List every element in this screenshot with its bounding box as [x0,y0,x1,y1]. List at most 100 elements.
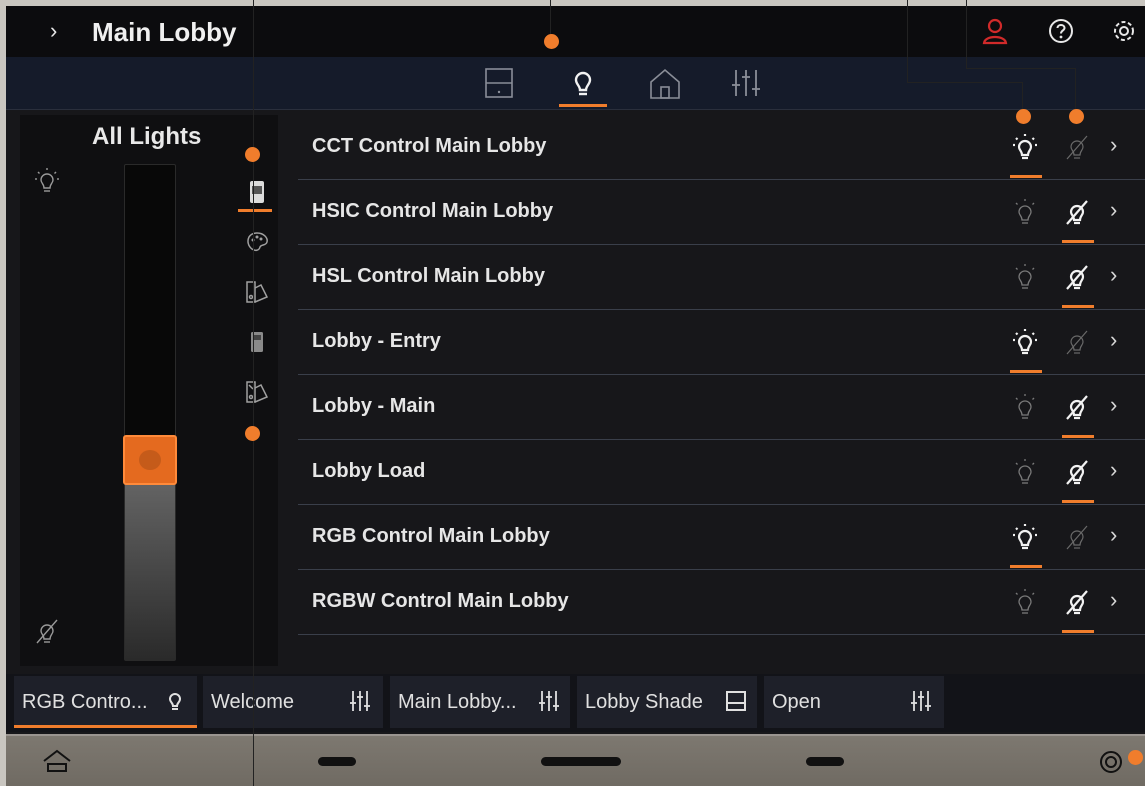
load-label: HSIC Control Main Lobby [312,200,554,222]
load-row[interactable]: RGB Control Main Lobby › [298,505,1145,570]
target-nav-icon[interactable] [1099,750,1123,774]
on-state-indicator [1010,565,1042,568]
active-tab-indicator [559,104,607,107]
sliders-icon [347,688,373,714]
load-off-icon[interactable] [1064,458,1090,486]
all-lights-panel: All Lights [20,115,278,666]
home-nav-icon[interactable] [40,748,74,774]
load-row[interactable]: Lobby - Entry › [298,310,1145,375]
view-tabs [6,57,1145,110]
all-on-icon[interactable] [32,165,62,195]
nav-pill-right[interactable] [806,757,844,766]
slider-fill [125,462,175,660]
off-state-indicator [1062,240,1094,243]
user-alert-icon[interactable] [981,17,1009,45]
load-label: RGBW Control Main Lobby [312,590,569,612]
load-off-icon[interactable] [1064,198,1090,226]
device-mode-icon[interactable] [244,329,270,355]
fixture-mode-icon[interactable] [244,179,270,205]
scene-button[interactable]: Main Lobby... [390,676,570,728]
load-on-icon[interactable] [1012,588,1038,616]
load-row[interactable]: CCT Control Main Lobby › [298,115,1145,180]
active-scene-indicator [14,725,197,728]
scene-label: RGB Contro... [22,691,148,713]
load-row[interactable]: HSIC Control Main Lobby › [298,180,1145,245]
master-level-slider[interactable] [123,164,177,661]
row-chevron-icon[interactable]: › [1110,522,1117,548]
load-on-icon[interactable] [1012,133,1038,161]
load-row[interactable]: Lobby Load › [298,440,1145,505]
callout-leader-line [253,0,254,786]
color-swatch-mode-icon[interactable] [244,279,270,305]
off-state-indicator [1062,435,1094,438]
load-off-icon[interactable] [1064,328,1090,356]
on-state-indicator [1010,370,1042,373]
system-nav-bar [6,734,1145,786]
row-chevron-icon[interactable]: › [1110,327,1117,353]
load-on-icon[interactable] [1012,263,1038,291]
scene-label: Main Lobby... [398,691,517,713]
load-row[interactable]: RGBW Control Main Lobby › [298,570,1145,635]
active-mode-indicator [238,209,272,212]
expand-chevron-icon[interactable]: › [50,18,57,44]
panel-title: All Lights [92,123,202,150]
load-off-icon[interactable] [1064,133,1090,161]
lights-tab-icon[interactable] [565,65,601,101]
scene-button[interactable]: RGB Contro... [14,676,197,728]
load-label: Lobby - Entry [312,330,441,352]
load-off-icon[interactable] [1064,588,1090,616]
page-title: Main Lobby [92,17,237,47]
row-chevron-icon[interactable]: › [1110,262,1117,288]
top-bar: › Main Lobby [6,6,1145,57]
load-row[interactable]: HSL Control Main Lobby › [298,245,1145,310]
load-list: CCT Control Main Lobby › HSIC Control Main… [298,115,1145,635]
shade-tab-icon[interactable] [481,65,517,101]
load-on-icon[interactable] [1012,328,1038,356]
settings-icon[interactable] [1110,17,1138,45]
palette-mode-icon[interactable] [244,229,270,255]
row-chevron-icon[interactable]: › [1110,392,1117,418]
nav-pill-center[interactable] [541,757,621,766]
callout-marker [1128,750,1143,765]
color-swatch-alt-mode-icon[interactable] [244,379,270,405]
scene-label: Lobby Shade [585,691,703,713]
callout-leader-line [907,82,1023,83]
load-row[interactable]: Lobby - Main › [298,375,1145,440]
row-chevron-icon[interactable]: › [1110,132,1117,158]
load-on-icon[interactable] [1012,523,1038,551]
off-state-indicator [1062,305,1094,308]
load-label: Lobby Load [312,460,426,482]
sliders-icon [536,688,562,714]
nav-pill-left[interactable] [318,757,356,766]
home-tab-icon[interactable] [647,65,683,101]
row-chevron-icon[interactable]: › [1110,197,1117,223]
app-frame: › Main Lobby All Lights CCT Control Main… [6,6,1145,786]
load-on-icon[interactable] [1012,458,1038,486]
row-chevron-icon[interactable]: › [1110,457,1117,483]
callout-leader-line [966,68,1076,69]
load-label: Lobby - Main [312,395,436,417]
callout-marker [1016,109,1031,124]
all-off-icon[interactable] [32,616,62,646]
off-state-indicator [1062,500,1094,503]
controls-tab-icon[interactable] [728,65,764,101]
load-on-icon[interactable] [1012,393,1038,421]
load-label: RGB Control Main Lobby [312,525,550,547]
scene-button[interactable]: Lobby Shade [577,676,757,728]
slider-handle[interactable] [123,435,177,485]
bulb-icon [162,688,188,714]
row-chevron-icon[interactable]: › [1110,587,1117,613]
callout-leader-line [550,0,551,38]
load-off-icon[interactable] [1064,393,1090,421]
sliders-icon [908,688,934,714]
off-state-indicator [1062,630,1094,633]
scene-button[interactable]: Open [764,676,944,728]
load-on-icon[interactable] [1012,198,1038,226]
scene-label: Open [772,691,821,713]
load-off-icon[interactable] [1064,523,1090,551]
callout-marker [245,147,260,162]
load-off-icon[interactable] [1064,263,1090,291]
callout-leader-line [1022,82,1023,112]
scene-button[interactable]: Welcome [203,676,383,728]
help-icon[interactable] [1047,17,1075,45]
